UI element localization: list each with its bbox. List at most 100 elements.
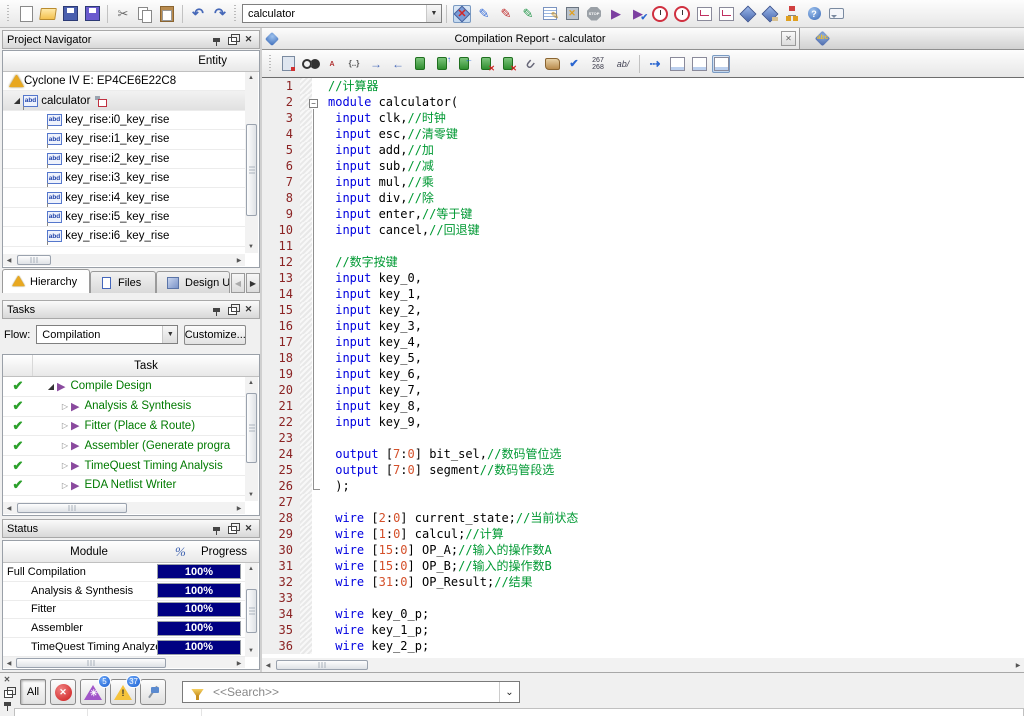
close-icon[interactable] xyxy=(2,674,13,685)
undo-icon[interactable] xyxy=(189,5,207,23)
bookmark-delete-icon[interactable] xyxy=(477,55,495,73)
save-all-icon[interactable] xyxy=(83,5,101,23)
fold-collapse-icon[interactable]: − xyxy=(309,99,318,108)
new-file-icon[interactable] xyxy=(17,5,35,23)
code-line[interactable]: 1//计算器 xyxy=(262,78,1024,94)
warnings-filter-button[interactable]: ! 37 xyxy=(110,679,136,705)
float-icon[interactable] xyxy=(226,33,239,46)
tree-row-device[interactable]: Cyclone IV E: EP4CE6E22C8 xyxy=(3,72,245,91)
tree-row-top-entity[interactable]: ◢ abd calculator xyxy=(3,91,245,110)
macro-icon[interactable] xyxy=(543,55,561,73)
save-icon[interactable] xyxy=(61,5,79,23)
critical-warnings-filter-button[interactable]: ✳ 5 xyxy=(80,679,106,705)
scrollbar-thumb[interactable] xyxy=(276,660,368,670)
tree-row-instance[interactable]: abd key_rise:i3_key_rise xyxy=(3,169,245,188)
code-line[interactable]: 7 input mul,//乘 xyxy=(262,174,1024,190)
code-line[interactable]: 30 wire [15:0] OP_A;//输入的操作数A xyxy=(262,542,1024,558)
chevron-down-icon[interactable]: ▼ xyxy=(426,5,441,22)
tree-row-instance[interactable]: abd key_rise:i4_key_rise xyxy=(3,188,245,207)
code-line[interactable]: 25 output [7:0] segment//数码管段选 xyxy=(262,462,1024,478)
assignment-editor-icon[interactable] xyxy=(497,5,515,23)
project-navigator-titlebar[interactable]: Project Navigator xyxy=(2,30,260,49)
code-line[interactable]: 3 input clk,//时钟 xyxy=(262,110,1024,126)
code-line[interactable]: 29 wire [1:0] calcul;//计算 xyxy=(262,526,1024,542)
copy-icon[interactable] xyxy=(136,5,154,23)
vertical-scrollbar[interactable]: ▲ ▼ xyxy=(245,72,258,253)
editor-horizontal-scrollbar[interactable]: ◀ ▶ xyxy=(262,658,1024,672)
code-line[interactable]: 6 input sub,//减 xyxy=(262,158,1024,174)
brace-icon[interactable] xyxy=(345,55,363,73)
syntax-check-icon[interactable] xyxy=(565,55,583,73)
entity-column-header[interactable]: Entity xyxy=(3,51,259,72)
tree-row-instance[interactable]: abd key_rise:i5_key_rise xyxy=(3,208,245,227)
attach-icon[interactable] xyxy=(521,55,539,73)
find-icon[interactable] xyxy=(301,55,319,73)
vertical-scrollbar[interactable]: ▲ ▼ xyxy=(245,563,258,657)
task-row[interactable]: ✔ ▷ ▶ EDA Netlist Writer xyxy=(3,476,245,496)
tasks-titlebar[interactable]: Tasks xyxy=(2,300,260,319)
scroll-right-arrow[interactable]: ▶ xyxy=(233,254,245,266)
code-line[interactable]: 23 xyxy=(262,430,1024,446)
settings-icon[interactable] xyxy=(475,5,493,23)
code-line[interactable]: 14 input key_1, xyxy=(262,286,1024,302)
comment-icon[interactable]: ab/ xyxy=(613,55,633,73)
task-row[interactable]: ✔ ▷ ▶ TimeQuest Timing Analysis xyxy=(3,456,245,476)
code-line[interactable]: 18 input key_5, xyxy=(262,350,1024,366)
expander-collapsed-icon[interactable]: ▷ xyxy=(59,441,71,450)
system-messages-icon[interactable] xyxy=(827,5,845,23)
tree-row-instance[interactable]: abd key_rise:i6_key_rise xyxy=(3,227,245,246)
scroll-right-arrow[interactable]: ▶ xyxy=(233,502,245,514)
bookmark-prev-icon[interactable] xyxy=(455,55,473,73)
code-line[interactable]: 9 input enter,//等于键 xyxy=(262,206,1024,222)
close-icon[interactable] xyxy=(242,522,255,535)
tab-design-units[interactable]: Design Units xyxy=(156,271,230,293)
help-icon[interactable] xyxy=(805,5,823,23)
expander-collapsed-icon[interactable]: ▷ xyxy=(59,421,71,430)
message-search-box[interactable]: <<Search>> ⌄ xyxy=(182,681,520,703)
scrollbar-thumb[interactable] xyxy=(16,658,166,668)
scroll-left-arrow[interactable]: ◀ xyxy=(3,502,15,514)
scroll-left-arrow[interactable]: ◀ xyxy=(3,254,15,266)
expander-expanded-icon[interactable]: ◢ xyxy=(45,382,57,391)
bookmark-next-icon[interactable] xyxy=(433,55,451,73)
code-line[interactable]: 35 wire key_1_p; xyxy=(262,622,1024,638)
code-line[interactable]: 15 input key_2, xyxy=(262,302,1024,318)
stop-icon[interactable] xyxy=(585,5,603,23)
code-line[interactable]: 2 module calculator( xyxy=(262,94,1024,110)
horizontal-scrollbar[interactable]: ◀ ▶ xyxy=(3,502,245,514)
messages-list[interactable] xyxy=(14,708,1024,716)
close-icon[interactable]: ✕ xyxy=(781,31,796,46)
customize-button[interactable]: Customize... xyxy=(184,325,246,345)
cut-icon[interactable] xyxy=(114,5,132,23)
status-titlebar[interactable]: Status xyxy=(2,519,260,538)
code-line[interactable]: 33 xyxy=(262,590,1024,606)
status-row[interactable]: Assembler 100% xyxy=(3,619,245,638)
status-row[interactable]: Full Compilation 100% xyxy=(3,563,245,582)
tree-row-instance[interactable]: abd key_rise:i1_key_rise xyxy=(3,130,245,149)
start-analysis-synthesis-icon[interactable] xyxy=(629,5,647,23)
scroll-down-arrow[interactable]: ▼ xyxy=(245,489,257,501)
view-1-icon[interactable] xyxy=(668,55,686,73)
code-line[interactable]: 21 input key_8, xyxy=(262,398,1024,414)
code-line[interactable]: 32 wire [31:0] OP_Result;//结果 xyxy=(262,574,1024,590)
code-editor[interactable]: 1//计算器 2 module calculator(3 input clk,//时… xyxy=(262,78,1024,658)
task-row[interactable]: ✔ ▷ ▶ Assembler (Generate progra xyxy=(3,436,245,456)
expander-collapsed-icon[interactable]: ▷ xyxy=(59,481,71,490)
code-line[interactable]: 5 input add,//加 xyxy=(262,142,1024,158)
bookmark-icon[interactable] xyxy=(411,55,429,73)
redo-icon[interactable] xyxy=(211,5,229,23)
scrollbar-thumb[interactable] xyxy=(17,255,51,265)
line-count-icon[interactable]: 267 268 xyxy=(587,55,609,73)
device-icon[interactable] xyxy=(563,5,581,23)
code-line[interactable]: 27 xyxy=(262,494,1024,510)
design-space-explorer-icon[interactable] xyxy=(783,5,801,23)
scroll-left-arrow[interactable]: ◀ xyxy=(3,657,15,669)
full-compilation-icon[interactable] xyxy=(453,5,471,23)
code-line[interactable]: 11 xyxy=(262,238,1024,254)
code-line[interactable]: 24 output [7:0] bit_sel,//数码管位选 xyxy=(262,446,1024,462)
paste-icon[interactable] xyxy=(158,5,176,23)
task-row[interactable]: ✔ ◢ ▶ Compile Design xyxy=(3,377,245,397)
technology-map-viewer-icon[interactable] xyxy=(717,5,735,23)
status-row[interactable]: TimeQuest Timing Analyzer 100% xyxy=(3,638,245,657)
code-line[interactable]: 22 input key_9, xyxy=(262,414,1024,430)
